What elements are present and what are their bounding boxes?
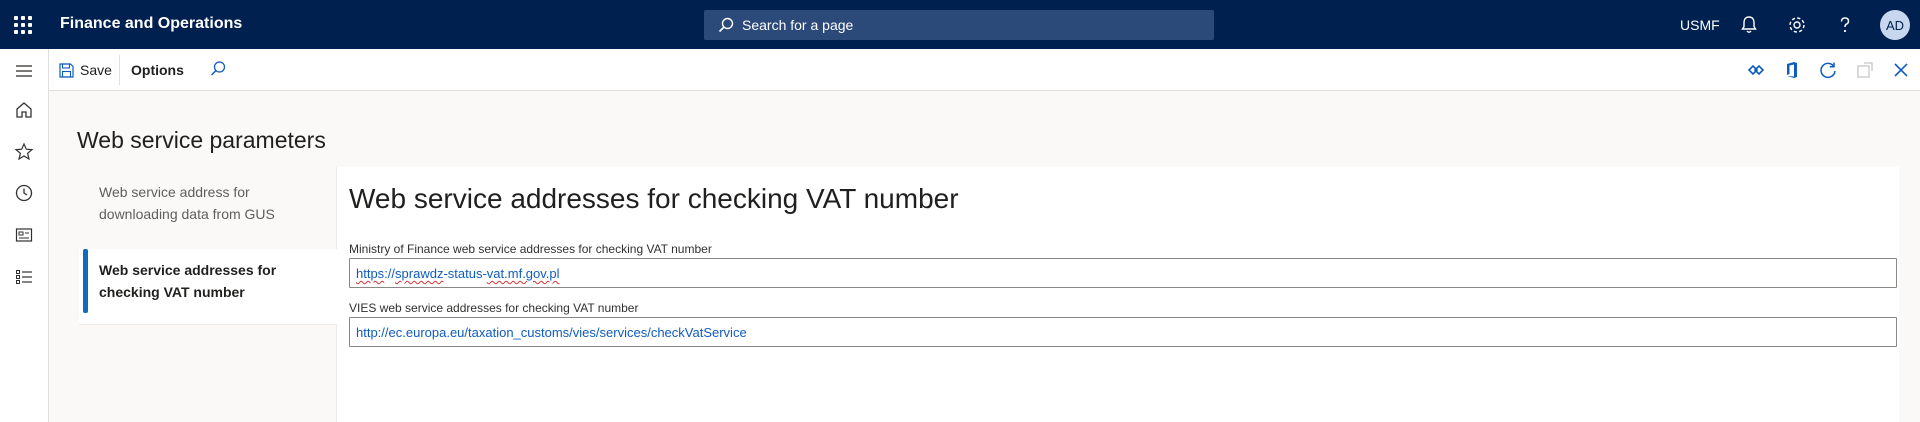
app-launcher-icon[interactable] xyxy=(14,16,32,34)
search-box[interactable]: Search for a page xyxy=(704,10,1214,40)
section-title: Web service addresses for checking VAT n… xyxy=(349,183,959,214)
page-title: Web service parameters xyxy=(77,127,326,153)
help-icon[interactable] xyxy=(1834,14,1856,36)
ministry-field-label: Ministry of Finance web service addresse… xyxy=(349,242,712,256)
gear-icon[interactable] xyxy=(1786,14,1808,36)
modules-list-icon[interactable] xyxy=(14,267,34,287)
close-icon[interactable] xyxy=(1891,60,1911,80)
vies-field-label: VIES web service addresses for checking … xyxy=(349,301,639,315)
hamburger-menu-icon[interactable] xyxy=(14,61,34,81)
vat-check-section: Web service addresses for checking VAT n… xyxy=(349,167,1897,422)
office-icon[interactable] xyxy=(1782,60,1802,80)
save-label: Save xyxy=(80,62,112,78)
url-part: sprawdz xyxy=(395,266,444,281)
open-in-new-window-icon xyxy=(1857,62,1873,78)
action-divider xyxy=(119,55,120,85)
url-part: -status- xyxy=(443,266,487,281)
refresh-icon[interactable] xyxy=(1818,60,1838,80)
left-navigation xyxy=(0,49,49,422)
search-icon xyxy=(718,17,734,33)
top-nav-bar: Finance and Operations Search for a page… xyxy=(0,0,1920,49)
tab-label: Web service address for downloading data… xyxy=(99,184,275,222)
tab-label: Web service addresses for checking VAT n… xyxy=(99,262,277,300)
vies-url-field[interactable]: http://ec.europa.eu/taxation_customs/vie… xyxy=(349,317,1897,347)
tab-gus-address[interactable]: Web service address for downloading data… xyxy=(79,181,337,225)
app-title[interactable]: Finance and Operations xyxy=(60,15,242,33)
search-icon[interactable] xyxy=(209,60,227,78)
action-pane: Save Options xyxy=(49,49,1920,91)
avatar[interactable]: AD xyxy=(1880,10,1910,40)
save-button[interactable]: Save xyxy=(59,60,112,80)
save-icon xyxy=(59,62,74,78)
star-icon[interactable] xyxy=(14,142,34,162)
ministry-url-field[interactable]: https://sprawdz-status-vat.mf.gov.pl xyxy=(349,258,1897,288)
vies-url-value: http://ec.europa.eu/taxation_customs/vie… xyxy=(356,325,747,340)
workspace-icon[interactable] xyxy=(14,225,34,245)
options-tab[interactable]: Options xyxy=(131,62,184,78)
tab-vat-check-addresses[interactable]: Web service addresses for checking VAT n… xyxy=(79,249,337,325)
vertical-tabs: Web service address for downloading data… xyxy=(79,167,337,422)
url-part: :// xyxy=(384,266,396,281)
parameters-panel: Web service address for downloading data… xyxy=(79,167,1899,422)
company-picker[interactable]: USMF xyxy=(1680,17,1720,33)
home-icon[interactable] xyxy=(14,100,34,120)
url-part: https xyxy=(356,266,385,281)
page-content: Web service parameters Web service addre… xyxy=(49,91,1920,422)
url-part: vat.mf.gov.pl xyxy=(486,266,560,281)
connect-icon[interactable] xyxy=(1746,60,1766,80)
bell-icon[interactable] xyxy=(1738,14,1760,36)
clock-icon[interactable] xyxy=(14,183,34,203)
search-placeholder: Search for a page xyxy=(742,17,854,33)
